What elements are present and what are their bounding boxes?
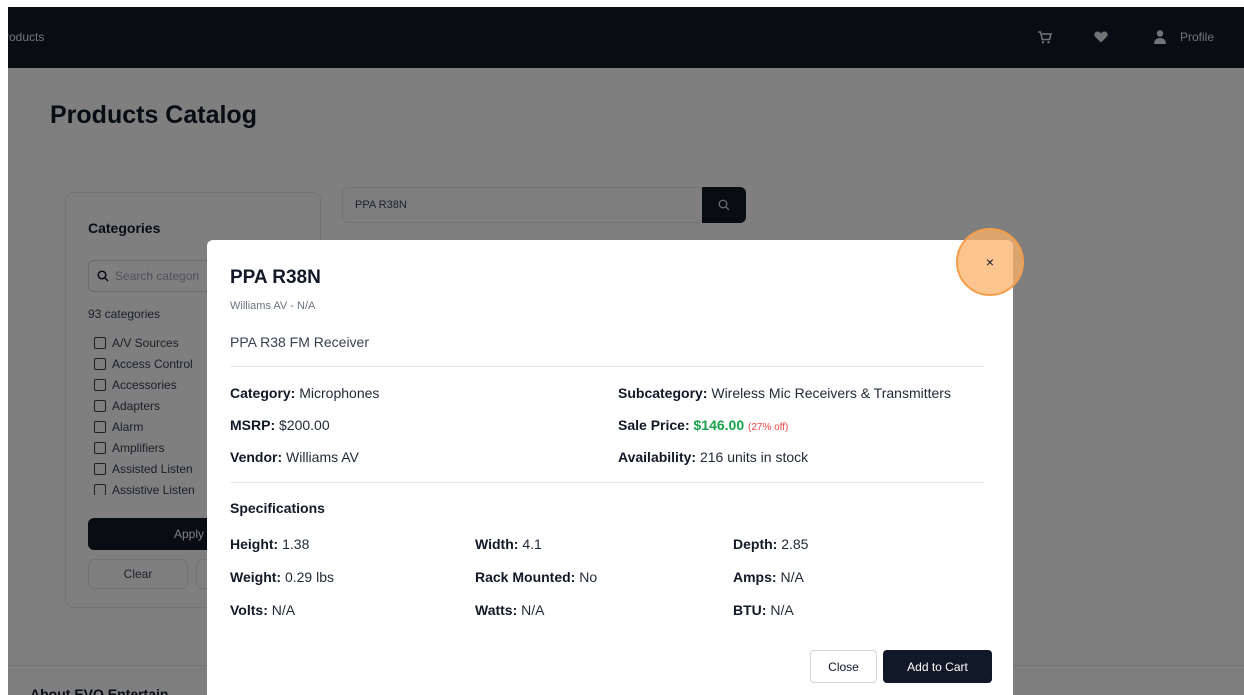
sale-price-detail: Sale Price: $146.00 (27% off) bbox=[618, 417, 788, 433]
spec-label: Watts: bbox=[475, 602, 518, 618]
spec-weight: Weight: 0.29 lbs bbox=[230, 569, 334, 585]
divider bbox=[230, 482, 984, 483]
spec-label: Width: bbox=[475, 536, 519, 552]
detail-value: Williams AV bbox=[286, 449, 359, 465]
detail-label: Subcategory: bbox=[618, 385, 708, 401]
close-button[interactable]: Close bbox=[810, 650, 877, 683]
spec-height: Height: 1.38 bbox=[230, 536, 309, 552]
detail-label: Category: bbox=[230, 385, 296, 401]
spec-width: Width: 4.1 bbox=[475, 536, 542, 552]
spec-label: Weight: bbox=[230, 569, 282, 585]
spec-value: 4.1 bbox=[522, 536, 542, 552]
msrp-detail: MSRP: $200.00 bbox=[230, 417, 330, 433]
divider bbox=[230, 366, 984, 367]
spec-label: Height: bbox=[230, 536, 279, 552]
spec-value: 0.29 lbs bbox=[284, 569, 335, 585]
product-detail-modal: PPA R38N Williams AV - N/A PPA R38 FM Re… bbox=[207, 240, 1013, 695]
detail-value: Microphones bbox=[299, 385, 380, 401]
product-title: PPA R38N bbox=[230, 267, 321, 288]
spec-label: Amps: bbox=[733, 569, 777, 585]
spec-value: N/A bbox=[521, 602, 545, 618]
spec-watts: Watts: N/A bbox=[475, 602, 545, 618]
detail-label: Sale Price: bbox=[618, 417, 690, 433]
spec-label: Depth: bbox=[733, 536, 778, 552]
spec-label: Volts: bbox=[230, 602, 268, 618]
spec-amps: Amps: N/A bbox=[733, 569, 804, 585]
detail-label: Availability: bbox=[618, 449, 697, 465]
spec-value: No bbox=[579, 569, 598, 585]
category-detail: Category: Microphones bbox=[230, 385, 379, 401]
spec-label: Rack Mounted: bbox=[475, 569, 576, 585]
discount-badge: (27% off) bbox=[748, 422, 789, 433]
spec-value: N/A bbox=[780, 569, 804, 585]
sale-price-value: $146.00 bbox=[693, 417, 745, 433]
availability-detail: Availability: 216 units in stock bbox=[618, 449, 808, 465]
spec-value: 1.38 bbox=[282, 536, 310, 552]
spec-value: 2.85 bbox=[781, 536, 809, 552]
close-icon[interactable]: × bbox=[956, 228, 1024, 296]
spec-btu: BTU: N/A bbox=[733, 602, 794, 618]
spec-depth: Depth: 2.85 bbox=[733, 536, 808, 552]
specifications-heading: Specifications bbox=[230, 500, 325, 516]
spec-volts: Volts: N/A bbox=[230, 602, 295, 618]
spec-label: BTU: bbox=[733, 602, 767, 618]
add-to-cart-button[interactable]: Add to Cart bbox=[883, 650, 992, 683]
product-vendor-subtitle: Williams AV - N/A bbox=[230, 300, 316, 312]
spec-value: N/A bbox=[770, 602, 794, 618]
spec-value: N/A bbox=[271, 602, 296, 618]
spec-rack-mounted: Rack Mounted: No bbox=[475, 569, 597, 585]
detail-value: $200.00 bbox=[279, 417, 330, 433]
product-description: PPA R38 FM Receiver bbox=[230, 334, 370, 350]
detail-label: Vendor: bbox=[230, 449, 283, 465]
subcategory-detail: Subcategory: Wireless Mic Receivers & Tr… bbox=[618, 385, 951, 401]
detail-label: MSRP: bbox=[230, 417, 276, 433]
vendor-detail: Vendor: Williams AV bbox=[230, 449, 359, 465]
detail-value: Wireless Mic Receivers & Transmitters bbox=[711, 385, 951, 401]
detail-value: 216 units in stock bbox=[699, 449, 809, 465]
